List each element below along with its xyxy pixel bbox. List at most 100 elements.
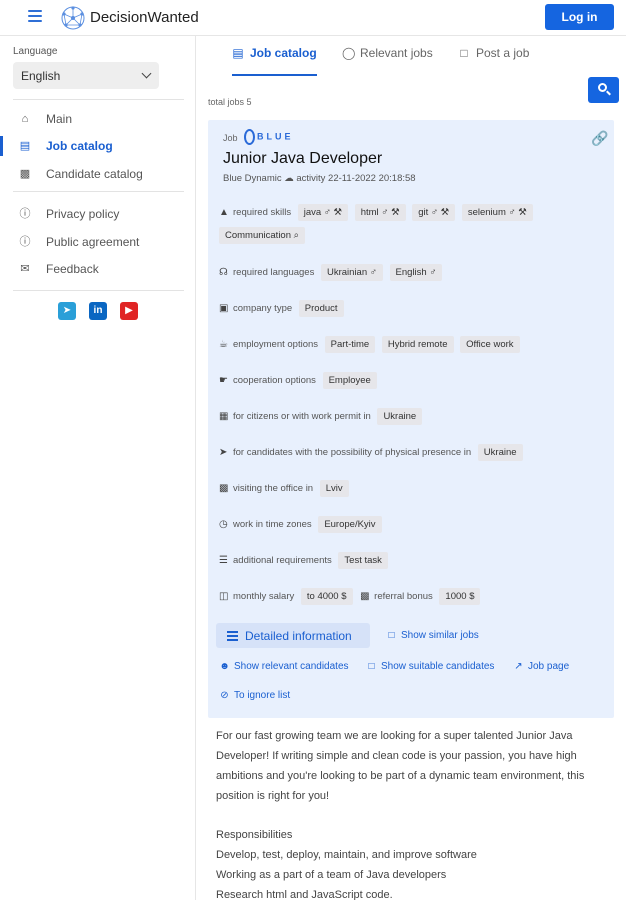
employment-options-row: ☕ employment options Part-time Hybrid rem…: [219, 336, 520, 353]
skill-chip[interactable]: html ♂ ⚒: [354, 204, 406, 221]
youtube-icon[interactable]: ▶: [120, 302, 138, 320]
job-description-intro: For our fast growing team we are looking…: [216, 730, 585, 802]
bulb-icon: ◯: [342, 46, 356, 60]
total-jobs: total jobs 5: [208, 97, 252, 107]
salary-row: ◫ monthly salary to 4000 $ ▩ referral bonu…: [219, 588, 481, 605]
salary-chip[interactable]: to 4000 $: [300, 588, 353, 605]
time-zones-row: ◷ work in time zones Europe/Kyiv: [219, 516, 382, 533]
external-link-icon: ↗: [514, 661, 523, 672]
tab-post-a-job[interactable]: □ Post a job: [458, 46, 529, 76]
block-icon: ⊘: [220, 690, 229, 701]
presence-chip[interactable]: Ukraine: [477, 444, 523, 461]
skill-chip[interactable]: java ♂ ⚒: [297, 204, 349, 221]
tab-label: Relevant jobs: [360, 46, 433, 60]
company-type-chip[interactable]: Product: [298, 300, 344, 317]
bonus-chip[interactable]: 1000 $: [439, 588, 481, 605]
sidebar-item-job-catalog[interactable]: ▤ Job catalog: [0, 135, 195, 157]
login-button[interactable]: Log in: [545, 4, 614, 30]
company-type-row: ▣ company type Product: [219, 300, 344, 317]
sidebar: Language English ⌂ Main ▤ Job catalog ▩ …: [0, 36, 196, 900]
language-label: Language: [13, 46, 58, 57]
users-icon: ☻: [219, 661, 230, 672]
list-icon: [227, 631, 238, 643]
show-relevant-candidates-link[interactable]: ☻ Show relevant candidates: [219, 661, 348, 672]
sidebar-item-label: Public agreement: [46, 235, 140, 249]
sidebar-item-label: Job catalog: [46, 139, 113, 153]
link-icon[interactable]: 🔗: [591, 130, 608, 147]
sidebar-divider: [13, 290, 184, 291]
gift-icon: ▩: [360, 591, 370, 602]
telegram-icon[interactable]: ➤: [58, 302, 76, 320]
tab-job-catalog[interactable]: ▤ Job catalog: [232, 46, 317, 76]
citizens-row: ▦ for citizens or with work permit in Ukr…: [219, 408, 423, 425]
tab-relevant-jobs[interactable]: ◯ Relevant jobs: [342, 46, 433, 76]
additional-chip[interactable]: Test task: [338, 552, 388, 569]
passport-icon: ▦: [219, 411, 229, 422]
show-suitable-candidates-link[interactable]: □ Show suitable candidates: [366, 661, 494, 672]
job-catalog-icon: ▤: [19, 140, 31, 152]
coffee-icon: ☕: [219, 339, 228, 350]
physical-presence-row: ➤ for candidates with the possibility of …: [219, 444, 523, 461]
additional-requirements-row: ☰ additional requirements Test task: [219, 552, 388, 569]
to-ignore-list-link[interactable]: ⊘ To ignore list: [219, 690, 290, 701]
sidebar-item-label: Privacy policy: [46, 207, 120, 221]
linkedin-icon[interactable]: in: [89, 302, 107, 320]
responsibilities-title: Responsibilities: [216, 829, 293, 841]
building-icon: ▣: [219, 303, 229, 314]
office-building-icon: ▩: [219, 483, 229, 494]
info-icon: ⓘ: [19, 208, 31, 220]
sidebar-item-candidate-catalog[interactable]: ▩ Candidate catalog: [0, 163, 195, 185]
sidebar-divider: [13, 99, 184, 100]
search-button[interactable]: [588, 77, 619, 103]
sidebar-divider: [13, 191, 184, 192]
cooperation-chip[interactable]: Employee: [322, 372, 377, 389]
citizens-chip[interactable]: Ukraine: [377, 408, 423, 425]
employment-chip[interactable]: Office work: [460, 336, 520, 353]
show-similar-jobs-link[interactable]: □ Show similar jobs: [386, 630, 478, 641]
detailed-information-button[interactable]: Detailed information: [216, 623, 370, 648]
chevron-down-icon: [141, 68, 152, 79]
graduation-cap-icon: ▲: [219, 207, 229, 218]
required-skills-row-2: Communication ⌕: [219, 227, 305, 244]
skill-chip[interactable]: selenium ♂ ⚒: [461, 204, 533, 221]
document-icon: □: [460, 46, 468, 60]
language-chip[interactable]: English ♂: [389, 264, 443, 281]
tab-label: Job catalog: [250, 46, 317, 60]
employment-chip[interactable]: Part-time: [324, 336, 376, 353]
candidate-catalog-icon: ▩: [19, 168, 31, 180]
sidebar-item-public-agreement[interactable]: ⓘ Public agreement: [0, 231, 195, 253]
language-select[interactable]: English: [13, 62, 159, 89]
responsibility-item: Research html and JavaScript code.: [216, 889, 393, 900]
office-chip[interactable]: Lviv: [319, 480, 349, 497]
menu-icon[interactable]: [28, 10, 42, 24]
sidebar-item-label: Main: [46, 112, 73, 126]
document-icon: □: [388, 630, 395, 641]
job-label: Job: [223, 133, 238, 143]
network-logo-icon[interactable]: [60, 5, 86, 31]
job-meta: Blue Dynamic ☁ activity 22-11-2022 20:18…: [223, 173, 416, 184]
company-logo-mark-icon: [244, 129, 255, 145]
document-icon: □: [368, 661, 375, 672]
headphones-icon: ☊: [219, 267, 228, 278]
timezone-chip[interactable]: Europe/Kyiv: [318, 516, 382, 533]
language-chip[interactable]: Ukrainian ♂: [320, 264, 383, 281]
job-catalog-icon: ▤: [232, 46, 244, 60]
responsibility-item: Develop, test, deploy, maintain, and imp…: [216, 849, 477, 861]
sidebar-item-main[interactable]: ⌂ Main: [0, 108, 195, 130]
job-page-link[interactable]: ↗ Job page: [513, 661, 569, 672]
company-logo[interactable]: BLUE: [244, 129, 294, 145]
employment-chip[interactable]: Hybrid remote: [381, 336, 454, 353]
sidebar-item-privacy-policy[interactable]: ⓘ Privacy policy: [0, 203, 195, 225]
responsibility-item: Working as a part of a team of Java deve…: [216, 869, 447, 881]
skill-chip[interactable]: Communication ⌕: [219, 227, 305, 244]
location-arrow-icon: ➤: [219, 447, 228, 458]
money-icon: ◫: [219, 591, 229, 602]
sidebar-item-feedback[interactable]: ✉ Feedback: [0, 258, 195, 280]
info-icon: ⓘ: [19, 236, 31, 248]
required-languages-row: ☊ required languages Ukrainian ♂ English …: [219, 264, 443, 281]
sidebar-item-label: Feedback: [46, 262, 99, 276]
brand-name[interactable]: DecisionWanted: [90, 9, 199, 26]
home-icon: ⌂: [21, 113, 29, 125]
job-title[interactable]: Junior Java Developer: [223, 150, 382, 168]
skill-chip[interactable]: git ♂ ⚒: [412, 204, 456, 221]
